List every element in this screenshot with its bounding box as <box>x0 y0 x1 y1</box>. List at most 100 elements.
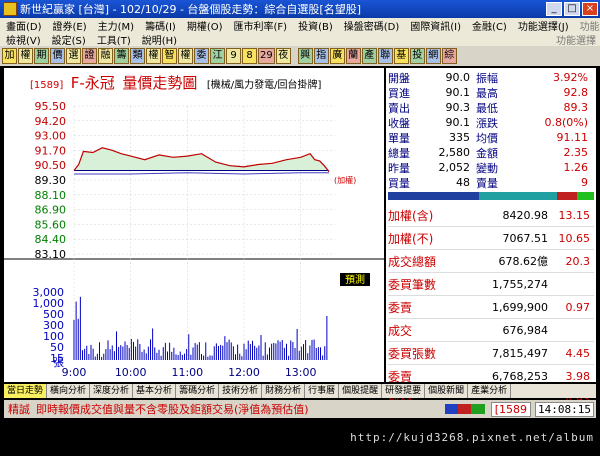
status-message: 即時報價成交值與量不含零股及鉅額交易(淨值為預估值) <box>36 403 309 416</box>
toolbar-button[interactable]: 類 <box>130 48 145 64</box>
toolbar-button[interactable]: 產 <box>361 48 377 64</box>
minimize-button[interactable]: _ <box>546 2 562 16</box>
menu-item[interactable]: 主力(M) <box>98 18 134 33</box>
broker-label: 精誠 <box>8 403 30 416</box>
toolbar-button[interactable]: 投 <box>409 48 425 64</box>
toolbar-button[interactable]: 加 <box>2 48 17 64</box>
tab-item[interactable]: 研發提要 <box>382 384 426 398</box>
time-tick: 11:00 <box>171 366 203 379</box>
stock-code: [1589] <box>30 80 64 91</box>
toolbar-button[interactable]: 權 <box>178 48 193 64</box>
quote-label: 變動 <box>476 161 498 175</box>
index-change: 3.98 <box>565 369 591 383</box>
toolbar-button[interactable]: 聯 <box>377 48 393 64</box>
tab-item[interactable]: 當日走勢 <box>4 384 48 398</box>
index-value: 678.62億 <box>498 255 549 268</box>
toolbar-button[interactable]: 委 <box>194 48 209 64</box>
toolbar-button[interactable]: 綜 <box>441 48 457 64</box>
toolbar-button[interactable]: 選 <box>66 48 81 64</box>
time-tick: 13:00 <box>285 366 317 379</box>
menu-item[interactable]: 證券(E) <box>53 18 87 33</box>
toolbar-button[interactable]: 基 <box>393 48 409 64</box>
toolbar-button[interactable]: 蘭 <box>345 48 361 64</box>
menu-right[interactable]: 功能選擇 <box>556 32 596 47</box>
toolbar-button[interactable]: 29 <box>258 48 275 64</box>
menu-item[interactable]: 說明(H) <box>142 32 177 47</box>
menu-item[interactable]: 畫面(D) <box>6 18 42 33</box>
maximize-button[interactable]: □ <box>564 2 580 16</box>
quote-row: 買量 48 賣量 9 <box>388 175 594 190</box>
tab-item[interactable]: 基本分析 <box>133 384 177 398</box>
tab-item[interactable]: 橫向分析 <box>47 384 91 398</box>
toolbar-button[interactable]: 價 <box>50 48 65 64</box>
close-button[interactable]: × <box>582 2 598 16</box>
toolbar-button[interactable]: 夜 <box>275 48 291 64</box>
index-value: 7067.51 <box>502 231 549 245</box>
industry-nav[interactable]: [機械/風力發電/回台掛牌] <box>207 80 322 91</box>
quote-value: 90.0 <box>445 71 471 84</box>
toolbar-button[interactable]: 權 <box>18 48 33 64</box>
tab-item[interactable]: 產業分析 <box>468 384 512 398</box>
menu-item[interactable]: 功能選擇(J) <box>518 18 569 33</box>
tab-item[interactable]: 深度分析 <box>90 384 134 398</box>
menu-item[interactable]: 操盤密碼(D) <box>344 18 400 33</box>
quote-value: 90.1 <box>445 86 471 99</box>
toolbar-button[interactable]: 指 <box>313 48 329 64</box>
status-bar: 精誠 即時報價成交值與量不含零股及鉅額交易(淨值為預估值) [1589 14:0… <box>4 400 596 418</box>
menu-item[interactable]: 投資(B) <box>298 18 333 33</box>
quote-value: 2.35 <box>563 146 589 159</box>
quote-value: 48 <box>456 176 470 189</box>
menu-item[interactable]: 設定(S) <box>52 32 86 47</box>
toolbar: 加權期價選證融籌類權智權委江 9 8 29 夜興指廣蘭產聯基投網綜 <box>0 46 600 66</box>
menu-right[interactable]: 功能選擇 <box>580 18 600 33</box>
price-tick: 85.60 <box>35 218 67 231</box>
quote-value: 90.3 <box>445 101 471 114</box>
menu-item[interactable]: 籌碼(I) <box>145 18 176 33</box>
time-tick: 12:00 <box>228 366 260 379</box>
menu-item[interactable]: 工具(T) <box>97 32 131 47</box>
toolbar-button[interactable]: 融 <box>98 48 113 64</box>
tab-item[interactable]: 個股新聞 <box>425 384 469 398</box>
index-value: 1,755,274 <box>492 277 548 291</box>
toolbar-button[interactable]: 證 <box>82 48 97 64</box>
index-value: 7,815,497 <box>492 346 548 360</box>
menu-item[interactable]: 金融(C) <box>472 18 507 33</box>
pressure-bar <box>388 192 594 200</box>
tab-item[interactable]: 行事曆 <box>305 384 340 398</box>
toolbar-button[interactable]: 網 <box>425 48 441 64</box>
tab-item[interactable]: 籌碼分析 <box>176 384 220 398</box>
toolbar-button[interactable]: 江 <box>210 48 225 64</box>
menu-item[interactable]: 匯市利率(F) <box>234 18 288 33</box>
toolbar-button[interactable]: 期 <box>34 48 49 64</box>
toolbar-button[interactable]: 興 <box>297 48 313 64</box>
prediction-label: 預測 <box>345 273 365 286</box>
time-tick: 10:00 <box>115 366 147 379</box>
quote-value: 91.11 <box>556 131 589 144</box>
price-fill <box>74 147 329 172</box>
quote-label: 賣量 <box>476 176 498 190</box>
price-tick: 93.00 <box>35 130 67 143</box>
tab-item[interactable]: 個股提醒 <box>339 384 383 398</box>
index-label: 委買筆數 <box>388 277 437 292</box>
menu-item[interactable]: 檢視(V) <box>6 32 41 47</box>
volume-unit: 張 <box>53 356 64 369</box>
quote-label: 最高 <box>476 86 498 100</box>
tab-item[interactable]: 技術分析 <box>219 384 263 398</box>
toolbar-button[interactable]: 廣 <box>329 48 345 64</box>
menu-item[interactable]: 期權(O) <box>187 18 223 33</box>
quote-value: 2,580 <box>438 146 471 159</box>
window-title: 新世紀贏家 [台灣] - 102/10/29 - 台盤個股走勢：綜合自選股[名望… <box>20 3 361 16</box>
quote-value: 0.8(0%) <box>544 116 588 129</box>
toolbar-button[interactable]: 9 <box>226 48 241 64</box>
quote-label: 買量 <box>388 176 410 190</box>
title-bar: 新世紀贏家 [台灣] - 102/10/29 - 台盤個股走勢：綜合自選股[名望… <box>0 0 600 18</box>
tab-item[interactable]: 財務分析 <box>262 384 306 398</box>
menu-item[interactable]: 國際資訊(I) <box>410 18 461 33</box>
toolbar-button[interactable]: 智 <box>162 48 177 64</box>
toolbar-button[interactable]: 籌 <box>114 48 129 64</box>
index-row: 成交總額 678.62億 20.3 <box>388 250 594 273</box>
toolbar-button[interactable]: 權 <box>146 48 161 64</box>
status-code[interactable]: [1589 <box>490 401 532 417</box>
toolbar-button[interactable]: 8 <box>242 48 257 64</box>
quote-row: 收盤 90.1 漲跌 0.8(0%) <box>388 115 594 130</box>
